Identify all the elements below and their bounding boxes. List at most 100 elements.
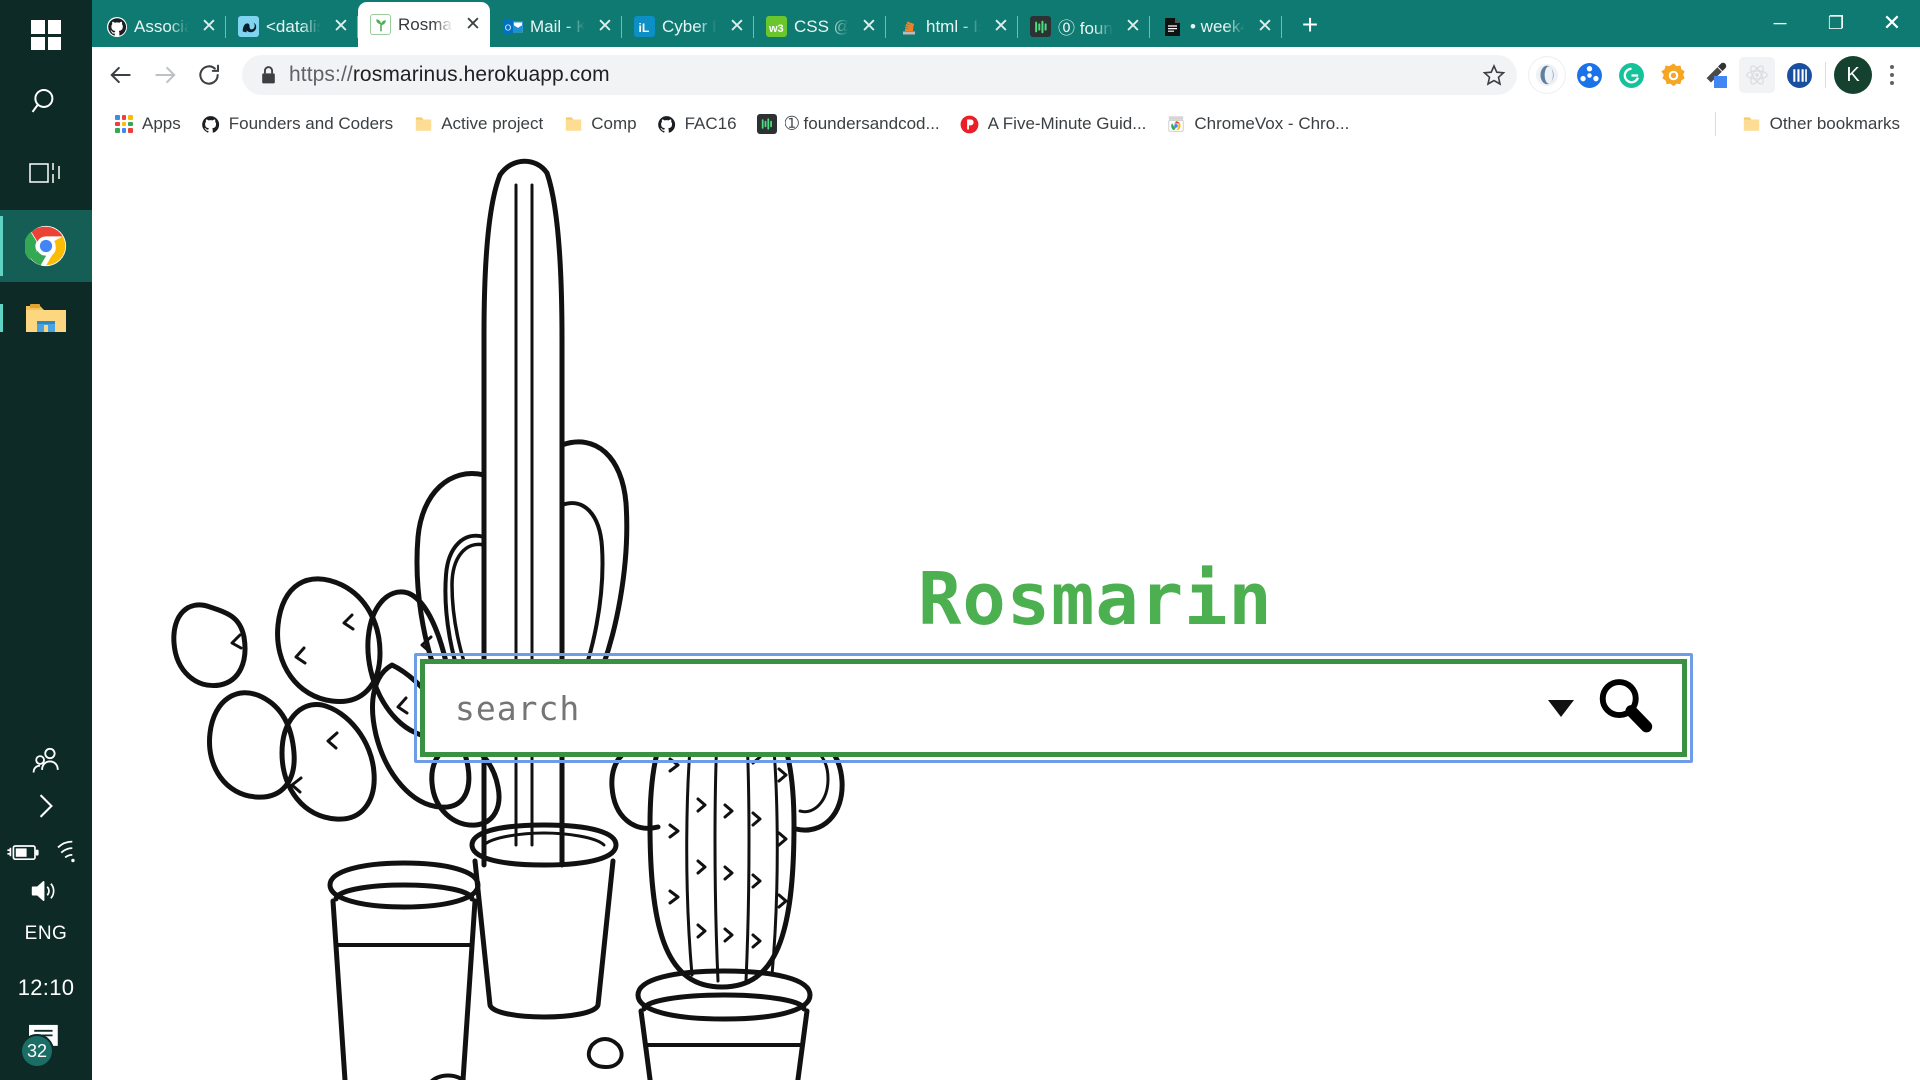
star-icon xyxy=(1482,64,1506,86)
bookmark-other-bookmarks[interactable]: Other bookmarks xyxy=(1734,108,1908,140)
tab-title: CSS @fo xyxy=(794,16,851,36)
taskbar-item-chrome[interactable] xyxy=(0,210,92,282)
tab-close-button[interactable]: ✕ xyxy=(1122,16,1144,38)
svg-text:O: O xyxy=(504,23,510,32)
tab-rosmarin[interactable]: Rosmarin ✕ xyxy=(358,2,490,47)
slack-icon xyxy=(756,114,777,134)
slack-icon xyxy=(1030,16,1051,37)
url-scheme: https:// xyxy=(289,63,353,86)
barcode-circle-icon xyxy=(1786,62,1812,88)
screen: ENG 12:10 32 Associate xyxy=(0,0,1920,1080)
tab-close-button[interactable]: ✕ xyxy=(990,16,1012,38)
bookmark-foundersandcoders-slack[interactable]: ➀ foundersandcod... xyxy=(749,108,948,140)
window-controls: ─ ❐ ✕ xyxy=(1752,0,1920,46)
color-picker-extension-button[interactable] xyxy=(1697,57,1733,93)
address-bar[interactable]: https://rosmarinus.herokuapp.com xyxy=(242,55,1517,95)
opera-extension-button[interactable] xyxy=(1529,57,1565,93)
lock-icon xyxy=(262,66,275,84)
bookmark-active-project[interactable]: Active project xyxy=(405,108,551,140)
tab-css-font-face[interactable]: w3 CSS @fo ✕ xyxy=(754,6,886,47)
tray-people-button[interactable] xyxy=(0,745,92,779)
tab-datalist[interactable]: <datalist ✕ xyxy=(226,6,358,47)
seedling-icon xyxy=(370,14,391,35)
bookmark-founders-and-coders[interactable]: Founders and Coders xyxy=(193,108,401,140)
bookmark-label: ChromeVox - Chro... xyxy=(1194,114,1350,133)
react-devtools-extension-button[interactable] xyxy=(1739,57,1775,93)
grammarly-icon xyxy=(1618,62,1644,88)
system-tray: ENG 12:10 32 xyxy=(0,745,92,1080)
tab-close-button[interactable]: ✕ xyxy=(594,16,616,38)
maximize-button[interactable]: ❐ xyxy=(1808,0,1864,46)
bookmark-comp[interactable]: Comp xyxy=(555,108,644,140)
tab-separator xyxy=(1281,16,1282,38)
start-button[interactable] xyxy=(0,4,92,66)
tab-week4-doc[interactable]: • week4- ✕ xyxy=(1150,6,1282,47)
bookmarks-bar: Apps Founders and Coders Active project … xyxy=(92,103,1920,145)
tab-close-button[interactable]: ✕ xyxy=(330,16,352,38)
tab-html[interactable]: html - Is ✕ xyxy=(886,6,1018,47)
bookmark-star-button[interactable] xyxy=(1475,56,1513,94)
bookmark-apps[interactable]: Apps xyxy=(106,108,189,140)
search-field-wrapper: search xyxy=(414,653,1693,763)
folder-icon xyxy=(1742,114,1762,134)
taskbar-item-file-explorer[interactable] xyxy=(0,282,92,354)
chrome-icon xyxy=(25,225,67,267)
kebab-menu-icon[interactable] xyxy=(1874,56,1910,94)
github-icon xyxy=(106,16,127,37)
profile-avatar[interactable]: K xyxy=(1834,56,1872,94)
cactus-line-drawing xyxy=(171,158,845,1080)
cluster-icon xyxy=(1576,62,1602,88)
settings-gear-extension-button[interactable] xyxy=(1655,57,1691,93)
chevron-down-icon[interactable] xyxy=(1548,699,1574,717)
eyedropper-icon xyxy=(1706,62,1727,88)
tab-associate[interactable]: Associate ✕ xyxy=(94,6,226,47)
tab-cyber-kill[interactable]: iL Cyber Kil ✕ xyxy=(622,6,754,47)
tab-close-button[interactable]: ✕ xyxy=(198,16,220,38)
browser-toolbar: https://rosmarinus.herokuapp.com K xyxy=(92,47,1920,103)
wifi-icon[interactable] xyxy=(55,839,87,865)
tray-notifications-button[interactable]: 32 xyxy=(20,1011,66,1074)
grammarly-extension-button[interactable] xyxy=(1613,57,1649,93)
taskbar-search-button[interactable] xyxy=(0,66,92,138)
bookmark-label: Comp xyxy=(591,114,637,133)
bookmark-fac16[interactable]: FAC16 xyxy=(649,108,745,140)
svg-text:w3: w3 xyxy=(768,23,784,35)
battery-charging-icon[interactable] xyxy=(5,840,41,864)
tray-expand-button[interactable] xyxy=(0,779,92,833)
outlook-icon: O xyxy=(502,16,523,37)
tray-clock[interactable]: 12:10 xyxy=(18,951,75,1011)
new-tab-button[interactable]: + xyxy=(1290,5,1330,45)
bookmark-chromevox[interactable]: ChromeVox - Chro... xyxy=(1158,108,1357,140)
tab-close-button[interactable]: ✕ xyxy=(462,14,484,36)
cluster-extension-button[interactable] xyxy=(1571,57,1607,93)
w3-icon: w3 xyxy=(766,16,787,37)
tray-language-indicator[interactable]: ENG xyxy=(25,911,68,951)
tab-title: • week4- xyxy=(1190,16,1247,36)
windows-logo-icon xyxy=(31,20,61,50)
magnifier-icon xyxy=(1599,678,1653,732)
tab-foundersandcoders-slack[interactable]: ⓪ found ✕ xyxy=(1018,6,1150,47)
url-host: rosmarinus.herokuapp.com xyxy=(352,63,610,86)
barcode-extension-button[interactable] xyxy=(1781,57,1817,93)
tab-mail[interactable]: O Mail - Ka ✕ xyxy=(490,6,622,47)
tray-volume-button[interactable] xyxy=(0,871,92,911)
tab-strip: Associate ✕ <datalist ✕ xyxy=(92,0,1920,47)
bookmark-label: FAC16 xyxy=(684,114,737,133)
forward-button[interactable] xyxy=(144,54,186,96)
prezi-icon xyxy=(960,114,980,134)
minimize-button[interactable]: ─ xyxy=(1752,0,1808,46)
search-bar[interactable]: search xyxy=(420,659,1687,757)
reload-button[interactable] xyxy=(188,54,230,96)
search-input[interactable]: search xyxy=(455,689,1548,728)
tab-close-button[interactable]: ✕ xyxy=(858,16,880,38)
tab-close-button[interactable]: ✕ xyxy=(726,16,748,38)
back-button[interactable] xyxy=(100,54,142,96)
opera-drop-icon xyxy=(1536,64,1558,86)
bookmark-five-minute-guide[interactable]: A Five-Minute Guid... xyxy=(952,108,1155,140)
search-submit-button[interactable] xyxy=(1592,673,1658,744)
close-button[interactable]: ✕ xyxy=(1864,0,1920,46)
bookmark-label: Founders and Coders xyxy=(228,114,394,133)
task-view-button[interactable] xyxy=(0,138,92,210)
svg-text:iL: iL xyxy=(638,21,649,35)
tab-close-button[interactable]: ✕ xyxy=(1254,16,1276,38)
